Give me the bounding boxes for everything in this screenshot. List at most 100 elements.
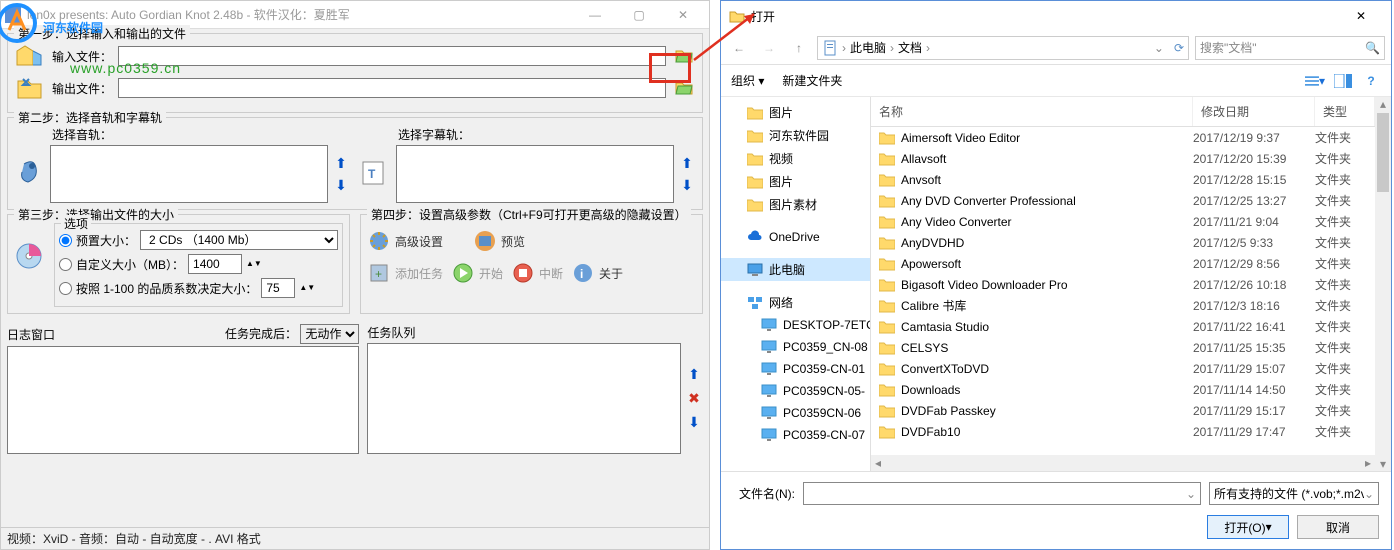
tree-item[interactable]: 视频 — [721, 147, 870, 170]
queue-up-button[interactable]: ⬆ — [685, 366, 703, 384]
queue-down-button[interactable]: ⬇ — [685, 414, 703, 432]
about-button[interactable]: i 关于 — [571, 261, 623, 285]
list-item[interactable]: Any DVD Converter Professional2017/12/25… — [871, 190, 1375, 211]
new-folder-button[interactable]: 新建文件夹 — [782, 72, 842, 89]
search-input[interactable]: 搜索"文档" 🔍 — [1195, 36, 1385, 60]
cancel-button[interactable]: 取消 — [1297, 515, 1379, 539]
breadcrumb-folder[interactable]: 文档 — [898, 39, 922, 56]
subtitle-track-list[interactable] — [396, 145, 674, 203]
list-item[interactable]: ConvertXToDVD2017/11/29 15:07文件夹 — [871, 358, 1375, 379]
quality-field[interactable] — [261, 278, 295, 298]
quality-label: 按照 1-100 的品质系数决定大小： — [76, 280, 257, 297]
tree-item[interactable]: 网络 — [721, 291, 870, 314]
monitor-icon — [761, 361, 777, 377]
folder-icon — [879, 152, 895, 166]
tree-item[interactable]: 图片 — [721, 101, 870, 124]
list-item[interactable]: AnyDVDHD2017/12/5 9:33文件夹 — [871, 232, 1375, 253]
breadcrumb[interactable]: › 此电脑 › 文档 › ⌄ ⟳ — [817, 36, 1189, 60]
disk-icon — [14, 241, 46, 273]
folder-icon — [879, 320, 895, 334]
maximize-button[interactable]: ▢ — [617, 2, 661, 28]
custom-size-field[interactable] — [188, 254, 242, 274]
vertical-scrollbar[interactable]: ▴▾ — [1375, 97, 1391, 471]
breadcrumb-dropdown-icon[interactable]: ⌄ — [1154, 41, 1164, 55]
tree-item[interactable]: 河东软件园 — [721, 124, 870, 147]
list-item[interactable]: Allavsoft2017/12/20 15:39文件夹 — [871, 148, 1375, 169]
col-type[interactable]: 类型 — [1315, 97, 1375, 126]
minimize-button[interactable]: — — [573, 2, 617, 28]
horizontal-scrollbar[interactable]: ◂▸ — [871, 455, 1375, 471]
tree-item[interactable]: PC0359CN-06 — [721, 402, 870, 424]
help-button[interactable]: ? — [1361, 71, 1381, 91]
tree-item[interactable]: PC0359CN-05- — [721, 380, 870, 402]
list-header: 名称 修改日期 类型 — [871, 97, 1375, 127]
list-item[interactable]: Camtasia Studio2017/11/22 16:41文件夹 — [871, 316, 1375, 337]
tree-item[interactable]: OneDrive — [721, 226, 870, 248]
output-file-field[interactable] — [118, 78, 666, 98]
queue-list[interactable] — [367, 343, 681, 454]
folder-icon — [879, 299, 895, 313]
breadcrumb-root[interactable]: 此电脑 — [850, 39, 886, 56]
list-item[interactable]: DVDFab102017/11/29 17:47文件夹 — [871, 421, 1375, 442]
preview-pane-button[interactable] — [1333, 71, 1353, 91]
advanced-settings-button[interactable]: 高级设置 — [367, 229, 443, 253]
list-item[interactable]: Bigasoft Video Downloader Pro2017/12/26 … — [871, 274, 1375, 295]
search-placeholder: 搜索"文档" — [1200, 39, 1361, 56]
tree-item[interactable]: PC0359-CN-01 — [721, 358, 870, 380]
tree-item[interactable]: DESKTOP-7ETC — [721, 314, 870, 336]
folder-icon — [879, 215, 895, 229]
dialog-title: 打开 — [751, 8, 1339, 25]
list-item[interactable]: Downloads2017/11/14 14:50文件夹 — [871, 379, 1375, 400]
dialog-close-button[interactable]: ✕ — [1339, 2, 1383, 30]
preset-size-select[interactable]: 2 CDs （1400 Mb） — [140, 230, 338, 250]
custom-size-radio[interactable] — [59, 258, 72, 271]
monitor-icon — [761, 405, 777, 421]
input-file-icon — [14, 42, 46, 70]
list-item[interactable]: Anvsoft2017/12/28 15:15文件夹 — [871, 169, 1375, 190]
start-button[interactable]: 开始 — [451, 261, 503, 285]
open-button[interactable]: 打开(O) ▾ — [1207, 515, 1289, 539]
list-item[interactable]: Any Video Converter2017/11/21 9:04文件夹 — [871, 211, 1375, 232]
refresh-icon[interactable]: ⟳ — [1174, 41, 1184, 55]
task-complete-select[interactable]: 无动作 — [300, 324, 359, 344]
list-item[interactable]: Calibre 书库2017/12/3 18:16文件夹 — [871, 295, 1375, 316]
view-mode-button[interactable]: ▾ — [1305, 71, 1325, 91]
audio-down-button[interactable]: ⬇ — [332, 176, 350, 194]
list-item[interactable]: CELSYS2017/11/25 15:35文件夹 — [871, 337, 1375, 358]
audio-track-list[interactable] — [50, 145, 328, 203]
stop-button[interactable]: 中断 — [511, 261, 563, 285]
folder-icon — [879, 404, 895, 418]
subtitle-up-button[interactable]: ⬆ — [678, 154, 696, 172]
queue-delete-button[interactable]: ✖ — [685, 390, 703, 408]
svg-text:+: + — [375, 267, 382, 281]
add-task-button[interactable]: + 添加任务 — [367, 261, 443, 285]
network-icon — [747, 295, 763, 311]
window-title: len0x presents: Auto Gordian Knot 2.48b … — [27, 6, 573, 23]
input-file-field[interactable] — [118, 46, 666, 66]
custom-size-label: 自定义大小（MB）： — [76, 256, 184, 273]
log-textarea[interactable] — [7, 346, 359, 454]
list-item[interactable]: DVDFab Passkey2017/11/29 15:17文件夹 — [871, 400, 1375, 421]
statusbar: 视频：XviD - 音频：自动 - 自动宽度 - . AVI 格式 — [1, 527, 709, 549]
main-app-window: len0x presents: Auto Gordian Knot 2.48b … — [0, 0, 710, 550]
folder-icon — [747, 174, 763, 190]
preview-button[interactable]: 预览 — [473, 229, 525, 253]
quality-radio[interactable] — [59, 282, 72, 295]
folder-tree[interactable]: 图片河东软件园视频图片图片素材OneDrive此电脑网络DESKTOP-7ETC… — [721, 97, 871, 471]
list-item[interactable]: Apowersoft2017/12/29 8:56文件夹 — [871, 253, 1375, 274]
nav-up-button[interactable]: ↑ — [787, 36, 811, 60]
subtitle-down-button[interactable]: ⬇ — [678, 176, 696, 194]
tree-item[interactable]: 此电脑 — [721, 258, 870, 281]
list-item[interactable]: Aimersoft Video Editor2017/12/19 9:37文件夹 — [871, 127, 1375, 148]
tree-item[interactable]: PC0359-CN-07 — [721, 424, 870, 446]
col-date[interactable]: 修改日期 — [1193, 97, 1315, 126]
filename-input[interactable]: ⌄ — [803, 482, 1201, 505]
audio-up-button[interactable]: ⬆ — [332, 154, 350, 172]
col-name[interactable]: 名称 — [871, 97, 1193, 126]
organize-button[interactable]: 组织 ▾ — [731, 72, 764, 89]
preset-size-radio[interactable] — [59, 234, 72, 247]
file-filter-dropdown[interactable]: 所有支持的文件 (*.vob;*.m2v;* ⌄ — [1209, 482, 1379, 505]
tree-item[interactable]: 图片 — [721, 170, 870, 193]
tree-item[interactable]: 图片素材 — [721, 193, 870, 216]
tree-item[interactable]: PC0359_CN-08 — [721, 336, 870, 358]
